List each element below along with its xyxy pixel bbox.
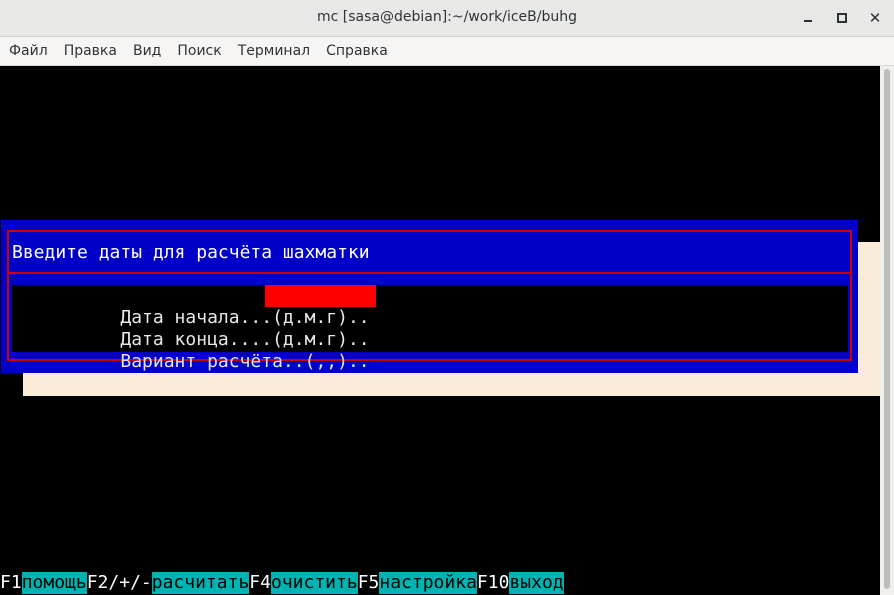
start-date-input[interactable] (265, 285, 376, 307)
variant-label: Вариант расчёта..(,,).. (120, 351, 370, 372)
menu-search[interactable]: Поиск (169, 43, 229, 59)
fkey-f1-label[interactable]: помощь (21, 572, 87, 594)
fkey-f2-label[interactable]: расчитать (151, 572, 250, 594)
scrollbar[interactable] (880, 66, 894, 595)
fkey-f4-key[interactable]: F4 (249, 572, 271, 594)
scrollbar-thumb[interactable] (884, 69, 890, 589)
minimize-icon (804, 20, 812, 22)
menu-file[interactable]: Файл (0, 43, 56, 59)
start-date-row[interactable]: Дата начала...(д.м.г).. (12, 285, 376, 328)
fkey-f1-key[interactable]: F1 (0, 572, 22, 594)
maximize-button[interactable] (830, 6, 854, 30)
dialog-separator (7, 272, 852, 274)
menu-terminal[interactable]: Терминал (230, 43, 318, 59)
menu-view[interactable]: Вид (125, 43, 169, 59)
date-dialog: Введите даты для расчёта шахматки Дата н… (1, 220, 858, 373)
fkey-f2-key[interactable]: F2/+/- (86, 572, 152, 594)
fkey-f4-label[interactable]: очистить (270, 572, 358, 594)
end-date-row[interactable]: Дата конца....(д.м.г).. (12, 307, 369, 350)
function-key-bar: F1 помощь F2/+/- расчитать F4 очистить F5 настр… (0, 572, 564, 594)
menu-edit[interactable]: Правка (56, 43, 125, 59)
terminal-window: mc [sasa@debian]:~/work/iceB/buhg ✕ Файл… (0, 0, 894, 595)
close-icon: ✕ (868, 8, 882, 27)
maximize-icon (837, 13, 847, 23)
menu-bar: Файл Правка Вид Поиск Терминал Справка (0, 37, 894, 66)
minimize-button[interactable] (796, 6, 820, 30)
fkey-f10-label[interactable]: выход (509, 572, 564, 594)
window-title: mc [sasa@debian]:~/work/iceB/buhg (317, 9, 577, 25)
menu-help[interactable]: Справка (318, 43, 396, 59)
dialog-title: Введите даты для расчёта шахматки (12, 242, 370, 263)
fkey-f5-key[interactable]: F5 (357, 572, 380, 594)
variant-row[interactable]: Вариант расчёта..(,,).. (12, 329, 369, 372)
title-bar[interactable]: mc [sasa@debian]:~/work/iceB/buhg ✕ (0, 0, 894, 37)
field-area: Дата начала...(д.м.г).. Дата конца....(д… (12, 285, 848, 372)
fkey-f10-key[interactable]: F10 (476, 572, 510, 594)
terminal-area[interactable]: Введите даты для расчёта шахматки Дата н… (0, 66, 880, 595)
close-button[interactable]: ✕ (863, 6, 887, 30)
fkey-f5-label[interactable]: настройка (379, 572, 477, 594)
